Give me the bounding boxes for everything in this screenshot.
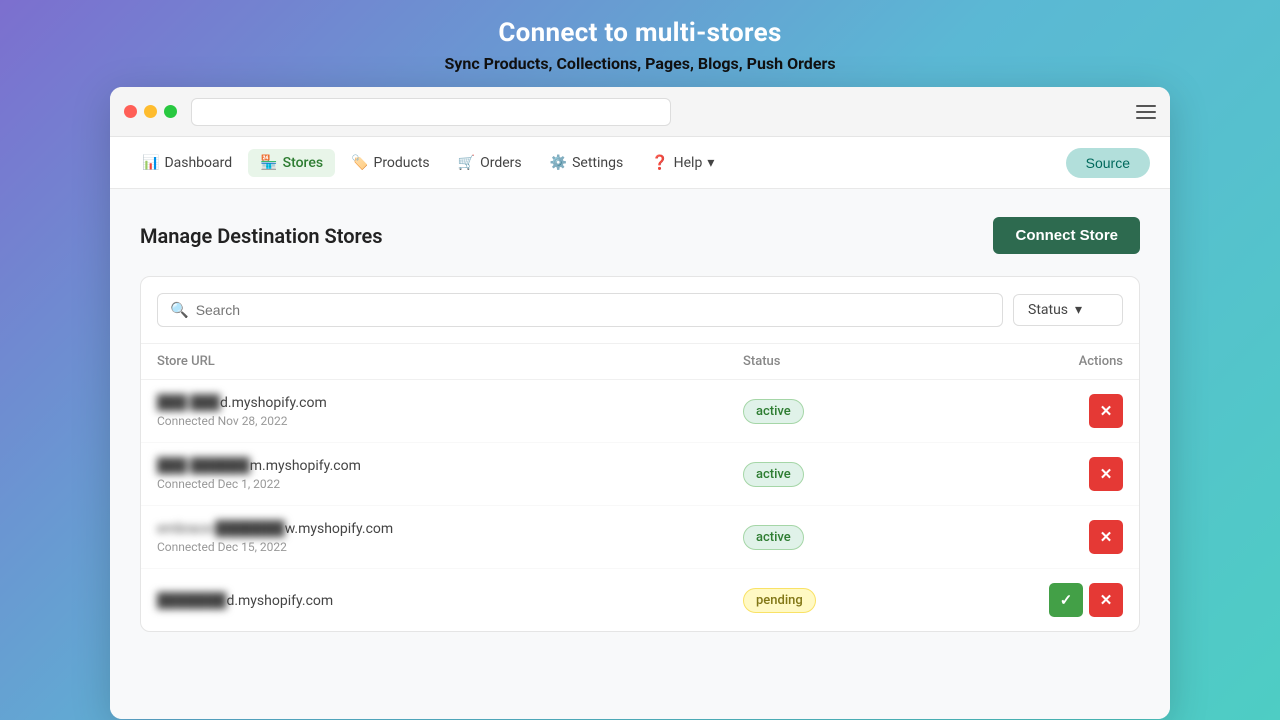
status-dropdown[interactable]: Status ▾ (1013, 294, 1123, 326)
hero-title: Connect to multi-stores (498, 18, 781, 48)
products-icon: 🏷️ (351, 155, 368, 171)
status-cell: pending (743, 588, 963, 613)
actions-cell: ✕ (963, 520, 1123, 554)
store-url-blurred: ███ ██████ (157, 458, 250, 474)
table-row: ███ ███d.myshopify.com Connected Nov 28,… (141, 380, 1139, 443)
maximize-button[interactable] (164, 105, 177, 118)
col-actions: Actions (963, 354, 1123, 369)
store-connected-date: Connected Dec 15, 2022 (157, 540, 743, 554)
search-input-wrap: 🔍 (157, 293, 1003, 327)
status-cell: active (743, 399, 963, 424)
store-url-suffix: d.myshopify.com (226, 593, 333, 609)
store-url-blurred: ███ ███ (157, 395, 220, 411)
search-input[interactable] (196, 302, 990, 318)
page-header: Manage Destination Stores Connect Store (140, 217, 1140, 254)
store-url-blurred: embrace-███████ (157, 521, 285, 537)
actions-cell: ✓ ✕ (963, 583, 1123, 617)
titlebar (110, 87, 1170, 137)
actions-cell: ✕ (963, 457, 1123, 491)
menu-icon[interactable] (1136, 105, 1156, 119)
store-connected-date: Connected Nov 28, 2022 (157, 414, 743, 428)
delete-button[interactable]: ✕ (1089, 457, 1123, 491)
navbar: 📊 Dashboard 🏪 Stores 🏷️ Products 🛒 Order… (110, 137, 1170, 189)
status-badge: pending (743, 588, 816, 613)
store-url-cell: ███████d.myshopify.com (157, 592, 743, 609)
store-url-blurred: ███████ (157, 593, 226, 609)
orders-icon: 🛒 (458, 155, 475, 171)
col-store-url: Store URL (157, 354, 743, 369)
store-url-cell: embrace-███████w.myshopify.com Connected… (157, 520, 743, 554)
nav-item-help[interactable]: ❓ Help ▾ (639, 149, 726, 177)
search-icon: 🔍 (170, 301, 189, 319)
store-url-cell: ███ ██████m.myshopify.com Connected Dec … (157, 457, 743, 491)
nav-item-settings[interactable]: ⚙️ Settings (538, 149, 636, 177)
delete-button[interactable]: ✕ (1089, 583, 1123, 617)
close-button[interactable] (124, 105, 137, 118)
table-row: ███ ██████m.myshopify.com Connected Dec … (141, 443, 1139, 506)
store-url-suffix: d.myshopify.com (220, 395, 327, 411)
status-badge: active (743, 462, 804, 487)
content-area: Manage Destination Stores Connect Store … (110, 189, 1170, 719)
status-badge: active (743, 399, 804, 424)
connect-store-button[interactable]: Connect Store (993, 217, 1140, 254)
store-url-suffix: m.myshopify.com (250, 458, 361, 474)
dashboard-icon: 📊 (142, 155, 159, 171)
app-window: 📊 Dashboard 🏪 Stores 🏷️ Products 🛒 Order… (110, 87, 1170, 719)
approve-button[interactable]: ✓ (1049, 583, 1083, 617)
url-bar[interactable] (191, 98, 671, 126)
stores-icon: 🏪 (260, 155, 277, 171)
status-cell: active (743, 525, 963, 550)
help-icon: ❓ (651, 155, 668, 171)
nav-item-products[interactable]: 🏷️ Products (339, 149, 442, 177)
table-header: Store URL Status Actions (141, 344, 1139, 380)
source-button[interactable]: Source (1066, 148, 1150, 178)
store-connected-date: Connected Dec 1, 2022 (157, 477, 743, 491)
stores-table-card: 🔍 Status ▾ Store URL Status Actions ███ … (140, 276, 1140, 632)
table-row: ███████d.myshopify.com pending ✓ ✕ (141, 569, 1139, 631)
nav-item-stores[interactable]: 🏪 Stores (248, 149, 335, 177)
hero-subtitle: Sync Products, Collections, Pages, Blogs… (444, 54, 835, 73)
col-status: Status (743, 354, 963, 369)
actions-cell: ✕ (963, 394, 1123, 428)
delete-button[interactable]: ✕ (1089, 394, 1123, 428)
nav-item-orders[interactable]: 🛒 Orders (446, 149, 534, 177)
traffic-lights (124, 105, 177, 118)
status-cell: active (743, 462, 963, 487)
table-row: embrace-███████w.myshopify.com Connected… (141, 506, 1139, 569)
page-title: Manage Destination Stores (140, 224, 383, 248)
chevron-down-icon: ▾ (707, 155, 714, 171)
settings-icon: ⚙️ (550, 155, 567, 171)
search-bar-row: 🔍 Status ▾ (141, 277, 1139, 344)
status-badge: active (743, 525, 804, 550)
store-url-suffix: w.myshopify.com (285, 521, 394, 537)
minimize-button[interactable] (144, 105, 157, 118)
store-url-cell: ███ ███d.myshopify.com Connected Nov 28,… (157, 394, 743, 428)
nav-item-dashboard[interactable]: 📊 Dashboard (130, 149, 244, 177)
nav-items: 📊 Dashboard 🏪 Stores 🏷️ Products 🛒 Order… (130, 149, 1066, 177)
delete-button[interactable]: ✕ (1089, 520, 1123, 554)
chevron-down-icon: ▾ (1075, 302, 1082, 318)
